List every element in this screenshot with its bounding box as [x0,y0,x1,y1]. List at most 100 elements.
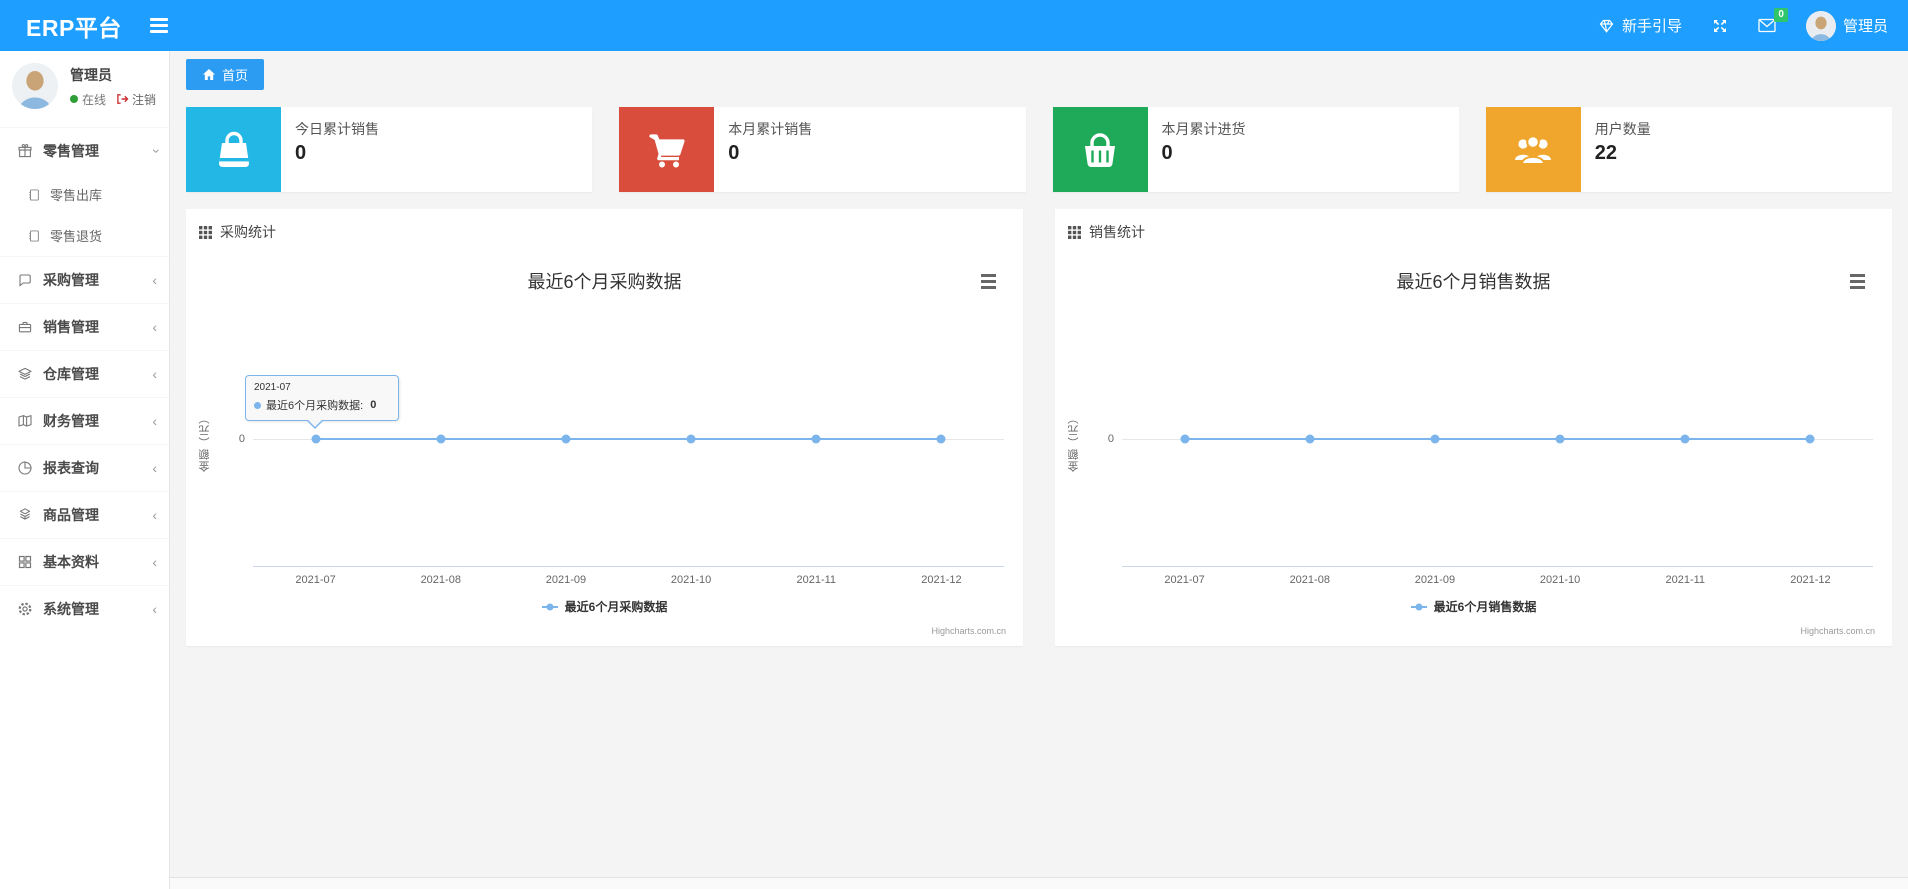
journal-icon [27,188,41,202]
stat-value: 0 [1161,142,1173,164]
stat-label: 本月累计进货 [1161,121,1246,137]
sidebar-toggle-button[interactable] [149,18,168,33]
sidebar-menu: 零售管理 ‹ 零售出库 零售退货 采购管理 ‹ 销售管理 ‹ 仓库管理 ‹ 财务… [0,127,169,632]
chart-tooltip: 2021-07 最近6个月采购数据: 0 [245,375,399,429]
comment-icon [17,272,33,288]
panel-title: 采购统计 [220,224,276,240]
shopping-basket-icon [1052,107,1148,192]
x-axis-line [1122,566,1873,567]
stat-label: 本月累计销售 [728,121,813,137]
tooltip-label: 最近6个月采购数据: [266,400,364,412]
sidebar-item-reports[interactable]: 报表查询 ‹ [0,444,169,491]
users-icon [1485,107,1581,192]
chevron-left-icon: ‹ [152,460,157,476]
sidebar-item-warehouse[interactable]: 仓库管理 ‹ [0,350,169,397]
map-icon [17,413,33,429]
data-point-marker[interactable] [1180,434,1190,444]
x-tick-label: 2021-11 [796,574,837,586]
x-tick-label: 2021-10 [1539,574,1581,586]
data-point-marker[interactable] [811,434,821,444]
guide-label: 新手引导 [1621,18,1682,35]
sign-out-icon [116,93,129,105]
data-point-marker[interactable] [561,434,571,444]
x-tick-label: 2021-09 [1414,574,1456,586]
online-status-label: 在线 [82,92,107,107]
x-axis-line [253,566,1004,567]
online-status-dot [70,95,78,103]
y-tick-label: 0 [1107,433,1114,445]
shopping-bag-icon [186,107,281,192]
data-point-marker[interactable] [311,434,321,444]
shopping-cart-icon [619,107,715,192]
data-point-marker[interactable] [1680,434,1690,444]
data-point-marker[interactable] [1430,434,1440,444]
logout-link[interactable]: 注销 [116,91,156,108]
user-menu[interactable]: 管理员 [1805,10,1888,41]
footer-bar [170,877,1908,889]
x-tick-label: 2021-12 [1790,574,1831,586]
x-tick-label: 2021-08 [1289,574,1330,586]
envelope-icon [1758,18,1776,33]
messages-button[interactable]: 0 [1758,8,1788,33]
guide-link[interactable]: 新手引导 [1598,15,1682,36]
th-grid-icon [199,225,212,239]
legend-item[interactable]: 最近6个月采购数据 [199,598,1010,615]
data-point-marker[interactable] [686,434,696,444]
x-tick-label: 2021-09 [545,574,587,586]
stat-card-month-purchase: 本月累计进货 0 [1052,107,1459,192]
tooltip-header: 2021-07 [254,382,291,393]
data-point-marker[interactable] [1305,434,1315,444]
purchase-stats-panel: 采购统计 最近6个月采购数据 金额（元） 0 2021-07 2021-08 202… [186,209,1023,646]
x-tick-label: 2021-07 [295,574,336,586]
x-tick-label: 2021-10 [670,574,712,586]
chevron-left-icon: ‹ [152,366,157,382]
menu-label: 采购管理 [43,272,99,288]
sidebar-item-goods[interactable]: 商品管理 ‹ [0,491,169,538]
tab-label: 首页 [222,68,249,83]
box-icon [17,507,33,523]
highcharts-credits[interactable]: Highcharts.com.cn [931,626,1006,636]
app-logo: ERP平台 [26,14,122,41]
fullscreen-button[interactable] [1712,18,1728,34]
retail-submenu: 零售出库 零售退货 [0,174,169,256]
series-line [315,438,942,440]
sidebar-item-finance[interactable]: 财务管理 ‹ [0,397,169,444]
purchase-chart: 最近6个月采购数据 金额（元） 0 2021-07 2021-08 2021-09 2… [199,246,1010,636]
chevron-left-icon: ‹ [152,319,157,335]
stat-card-today-sales: 今日累计销售 0 [186,107,593,192]
menu-label: 财务管理 [43,413,99,429]
data-point-marker[interactable] [1555,434,1565,444]
avatar [12,63,58,109]
x-tick-label: 2021-12 [921,574,962,586]
data-point-marker[interactable] [1805,434,1815,444]
grid-icon [17,554,33,570]
data-point-marker[interactable] [936,434,946,444]
x-tick-label: 2021-07 [1164,574,1205,586]
menu-label: 系统管理 [43,601,99,617]
stat-label: 今日累计销售 [295,121,379,137]
y-axis-label: 金额（元） [1068,412,1080,472]
stat-card-user-count: 用户数量 22 [1485,107,1892,192]
tab-home[interactable]: 首页 [186,59,265,90]
legend-item[interactable]: 最近6个月销售数据 [1068,598,1879,615]
menu-label: 零售管理 [43,143,99,159]
menu-label: 仓库管理 [43,366,99,382]
avatar [1805,10,1836,41]
menu-label: 销售管理 [43,319,99,335]
sidebar-item-basic-data[interactable]: 基本资料 ‹ [0,538,169,585]
message-count-badge: 0 [1774,8,1788,22]
sidebar-item-sales[interactable]: 销售管理 ‹ [0,303,169,350]
series-marker-icon [254,401,261,409]
sidebar-item-retail[interactable]: 零售管理 ‹ [0,127,169,174]
sales-chart: 最近6个月销售数据 金额（元） 0 2021-07 2021-08 2021-09 2… [1068,246,1879,636]
data-point-marker[interactable] [436,434,446,444]
top-navbar: ERP平台 新手引导 0 管理员 [0,0,1908,51]
main-content: 首页 今日累计销售 0 本月累计销售 0 本月累计进货 0 用户数量 22 采购… [170,51,1908,889]
sales-stats-panel: 销售统计 最近6个月销售数据 金额（元） 0 2021-07 2021-08 202… [1055,209,1892,646]
sidebar-item-retail-outbound[interactable]: 零售出库 [0,174,169,215]
sidebar-item-system[interactable]: 系统管理 ‹ [0,585,169,632]
sidebar-item-purchase[interactable]: 采购管理 ‹ [0,256,169,303]
highcharts-credits[interactable]: Highcharts.com.cn [1800,626,1875,636]
sidebar-item-retail-return[interactable]: 零售退货 [0,215,169,256]
chevron-left-icon: ‹ [152,601,157,617]
